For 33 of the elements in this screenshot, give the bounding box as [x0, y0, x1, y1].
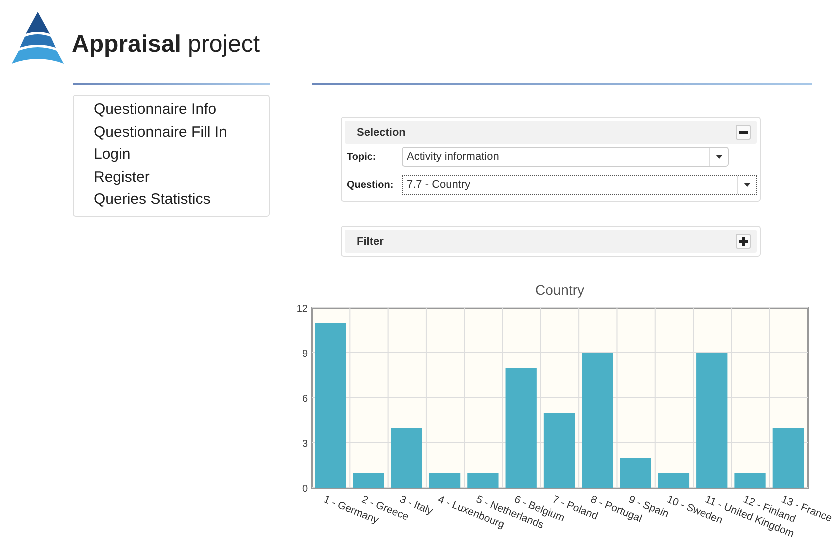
- bar: [772, 428, 804, 488]
- logo-icon: [10, 10, 66, 66]
- minus-icon: [739, 128, 748, 137]
- bar: [658, 473, 690, 488]
- bar: [391, 428, 422, 488]
- expand-button[interactable]: [736, 234, 751, 249]
- panel-title: Selection: [357, 126, 406, 138]
- bar: [353, 473, 384, 488]
- nav-link[interactable]: Login: [94, 144, 269, 166]
- panel-title: Filter: [357, 236, 384, 248]
- bar: [734, 473, 766, 488]
- dropdown-field[interactable]: 7.7 - Country: [402, 175, 757, 195]
- axis-tick-label: 6: [302, 394, 308, 405]
- chart-title: Country: [535, 282, 585, 298]
- field-label: Topic:: [347, 152, 378, 162]
- axis-tick-label: 0: [302, 484, 308, 495]
- caret-icon: [744, 183, 750, 187]
- axis-tick-label: 12: [296, 304, 308, 315]
- axis-tick-label: 9: [302, 349, 308, 360]
- field-label: Question:: [347, 180, 395, 190]
- collapse-button[interactable]: [736, 125, 751, 140]
- nav-link[interactable]: Register: [94, 166, 269, 189]
- dropdown-field[interactable]: Activity information: [402, 147, 729, 167]
- plus-icon: [739, 237, 748, 246]
- bar: [468, 473, 499, 488]
- bar: [620, 458, 652, 488]
- brand-title: Appraisal project: [72, 31, 260, 59]
- nav-link[interactable]: Questionnaire Info: [94, 99, 269, 122]
- bar: [429, 473, 461, 488]
- caret-icon: [716, 155, 722, 159]
- nav-link[interactable]: Queries Statistics: [94, 189, 269, 212]
- nav-link[interactable]: Questionnaire Fill In: [94, 122, 269, 144]
- axis-tick-label: 3: [302, 439, 308, 450]
